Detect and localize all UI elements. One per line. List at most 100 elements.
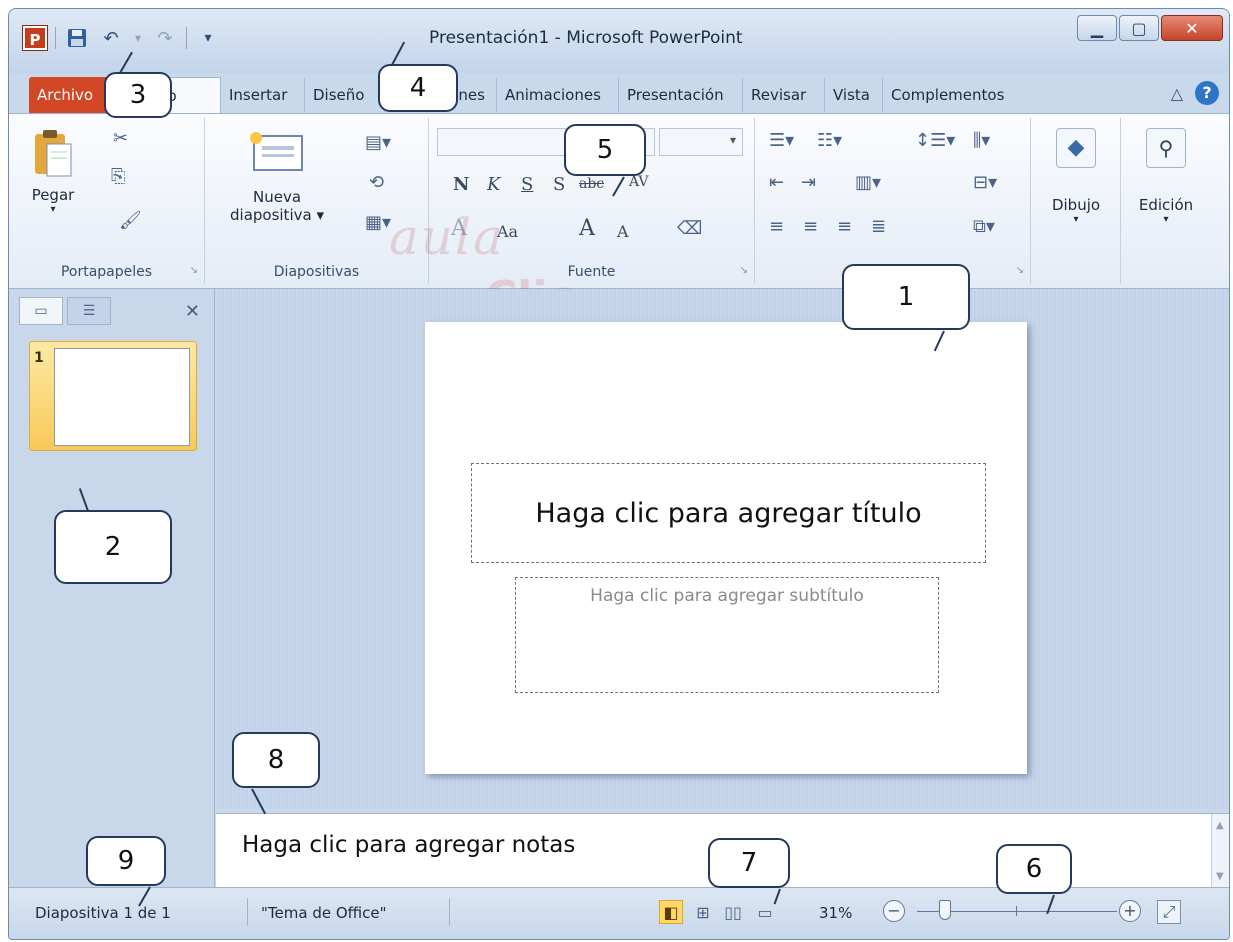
align-left-icon[interactable]: ≡: [769, 216, 784, 237]
slides-pane: ▭ ☰ ✕ 1: [9, 289, 215, 907]
normal-view-icon[interactable]: ◧: [659, 900, 683, 924]
tab-slideshow[interactable]: Presentación: [619, 77, 743, 113]
justify-icon[interactable]: ≣: [871, 216, 886, 237]
watermark-aula: aula: [389, 208, 505, 266]
callout-2: 2: [54, 510, 172, 584]
zoom-in-icon[interactable]: +: [1119, 900, 1141, 922]
tab-slides-view[interactable]: ▭: [19, 297, 63, 325]
align-center-icon[interactable]: ≡: [803, 216, 818, 237]
layout-icon[interactable]: ▤▾: [365, 132, 391, 153]
tab-review[interactable]: Revisar: [743, 77, 825, 113]
drawing-label: Dibujo: [1051, 196, 1101, 214]
notes-scrollbar[interactable]: ▲ ▼: [1211, 814, 1229, 888]
callout-6: 6: [996, 844, 1072, 894]
new-slide-label-line2: diapositiva ▾: [230, 206, 324, 224]
zoom-slider-center-mark: [1016, 906, 1017, 916]
smartart-icon[interactable]: ⧉▾: [973, 216, 995, 237]
strikethrough-button[interactable]: abc: [579, 176, 604, 192]
slide-canvas[interactable]: Haga clic para agregar título Haga clic …: [425, 322, 1027, 774]
shadow-button[interactable]: S: [553, 174, 565, 195]
callout-4: 4: [378, 64, 458, 112]
shapes-icon: ◆: [1056, 128, 1096, 168]
window-controls: ▁ ▢ ✕: [1077, 15, 1223, 41]
grow-font-button[interactable]: A: [579, 216, 595, 241]
clipboard-launcher-icon[interactable]: ↘: [190, 265, 198, 276]
decrease-indent-icon[interactable]: ⇤: [769, 172, 784, 193]
font-launcher-icon[interactable]: ↘: [740, 265, 748, 276]
status-separator: [247, 898, 248, 926]
text-direction-icon[interactable]: ▥▾: [855, 172, 881, 193]
tab-insert[interactable]: Insertar: [221, 77, 305, 113]
format-painter-icon[interactable]: 🖌: [119, 210, 142, 231]
paste-label: Pegar: [31, 186, 75, 204]
char-spacing-button[interactable]: AV: [629, 174, 649, 190]
tab-right-icons: △ ?: [1171, 81, 1219, 105]
reading-view-icon[interactable]: ▯▯: [721, 900, 745, 924]
cut-icon[interactable]: ✂: [113, 128, 128, 149]
subtitle-placeholder[interactable]: Haga clic para agregar subtítulo: [515, 577, 939, 693]
callout-9: 9: [86, 836, 166, 886]
help-icon[interactable]: ?: [1195, 81, 1219, 105]
reset-icon[interactable]: ⟲: [369, 172, 384, 193]
numbering-icon[interactable]: ☷▾: [817, 130, 842, 151]
zoom-out-icon[interactable]: −: [883, 900, 905, 922]
copy-icon[interactable]: ⎘: [111, 166, 125, 187]
clear-formatting-icon[interactable]: ⌫: [677, 218, 702, 239]
save-icon[interactable]: [64, 25, 90, 51]
tab-view[interactable]: Vista: [825, 77, 883, 113]
qat-separator: [186, 27, 187, 49]
slide-thumbnail-1[interactable]: 1: [29, 341, 197, 451]
quick-access-toolbar: P ↶ ▾ ↷ ▾: [22, 25, 221, 51]
paste-button[interactable]: Pegar ▾: [23, 126, 83, 215]
align-text-icon[interactable]: ⊟▾: [973, 172, 997, 193]
line-spacing-icon[interactable]: ↕☰▾: [915, 130, 955, 151]
slide-thumbnail-image: [54, 348, 190, 446]
tab-outline-view[interactable]: ☰: [67, 297, 111, 325]
editing-button[interactable]: ⚲ Edición ▾: [1125, 128, 1207, 225]
notes-placeholder[interactable]: Haga clic para agregar notas: [242, 832, 575, 858]
paragraph-launcher-icon[interactable]: ↘: [1016, 265, 1024, 276]
group-drawing: ◆ Dibujo ▾: [1031, 118, 1121, 284]
bullets-icon[interactable]: ☰▾: [769, 130, 794, 151]
window-title: Presentación1 - Microsoft PowerPoint: [429, 28, 743, 48]
title-placeholder[interactable]: Haga clic para agregar título: [471, 463, 986, 563]
powerpoint-app-icon[interactable]: P: [22, 25, 48, 51]
editing-label: Edición: [1138, 196, 1194, 214]
ribbon-tabs: Archivo Inicio Insertar Diseño Transicio…: [9, 73, 1229, 113]
tab-addins[interactable]: Complementos: [883, 77, 1005, 113]
slide-sorter-view-icon[interactable]: ⊞: [691, 900, 715, 924]
maximize-button[interactable]: ▢: [1119, 15, 1159, 41]
font-size-box[interactable]: ▾: [659, 128, 743, 156]
increase-indent-icon[interactable]: ⇥: [801, 172, 816, 193]
scroll-down-icon[interactable]: ▼: [1216, 871, 1224, 882]
undo-icon[interactable]: ↶: [98, 25, 124, 51]
align-right-icon[interactable]: ≡: [837, 216, 852, 237]
redo-icon[interactable]: ↷: [152, 25, 178, 51]
tab-animations[interactable]: Animaciones: [497, 77, 619, 113]
pane-tabs: ▭ ☰: [19, 297, 111, 325]
zoom-level[interactable]: 31%: [819, 904, 852, 922]
group-label-clipboard: Portapapeles: [60, 264, 153, 280]
title-bar: P ↶ ▾ ↷ ▾ Presentación1 - Microsoft Powe…: [9, 9, 1229, 73]
minimize-button[interactable]: ▁: [1077, 15, 1117, 41]
customize-qat-icon[interactable]: ▾: [195, 25, 221, 51]
close-button[interactable]: ✕: [1161, 15, 1223, 41]
undo-dropdown-icon[interactable]: ▾: [132, 25, 144, 51]
fit-to-window-icon[interactable]: ⤢: [1157, 900, 1181, 924]
editing-dropdown-icon: ▾: [1163, 214, 1169, 225]
new-slide-button[interactable]: Nueva diapositiva ▾: [217, 130, 337, 224]
slide-counter: Diapositiva 1 de 1: [35, 904, 171, 922]
italic-button[interactable]: K: [487, 174, 500, 195]
minimize-ribbon-icon[interactable]: △: [1171, 84, 1183, 103]
shrink-font-button[interactable]: A: [617, 222, 629, 241]
scroll-up-icon[interactable]: ▲: [1216, 820, 1224, 831]
bold-button[interactable]: N: [453, 174, 469, 195]
drawing-button[interactable]: ◆ Dibujo ▾: [1037, 128, 1115, 225]
close-pane-icon[interactable]: ✕: [185, 301, 200, 322]
zoom-slider-thumb[interactable]: [939, 900, 951, 920]
columns-icon[interactable]: ⫼▾: [973, 130, 990, 151]
underline-button[interactable]: S: [521, 174, 533, 195]
tab-design[interactable]: Diseño: [305, 77, 385, 113]
section-icon[interactable]: ▦▾: [365, 212, 391, 233]
theme-name[interactable]: "Tema de Office": [261, 904, 387, 922]
